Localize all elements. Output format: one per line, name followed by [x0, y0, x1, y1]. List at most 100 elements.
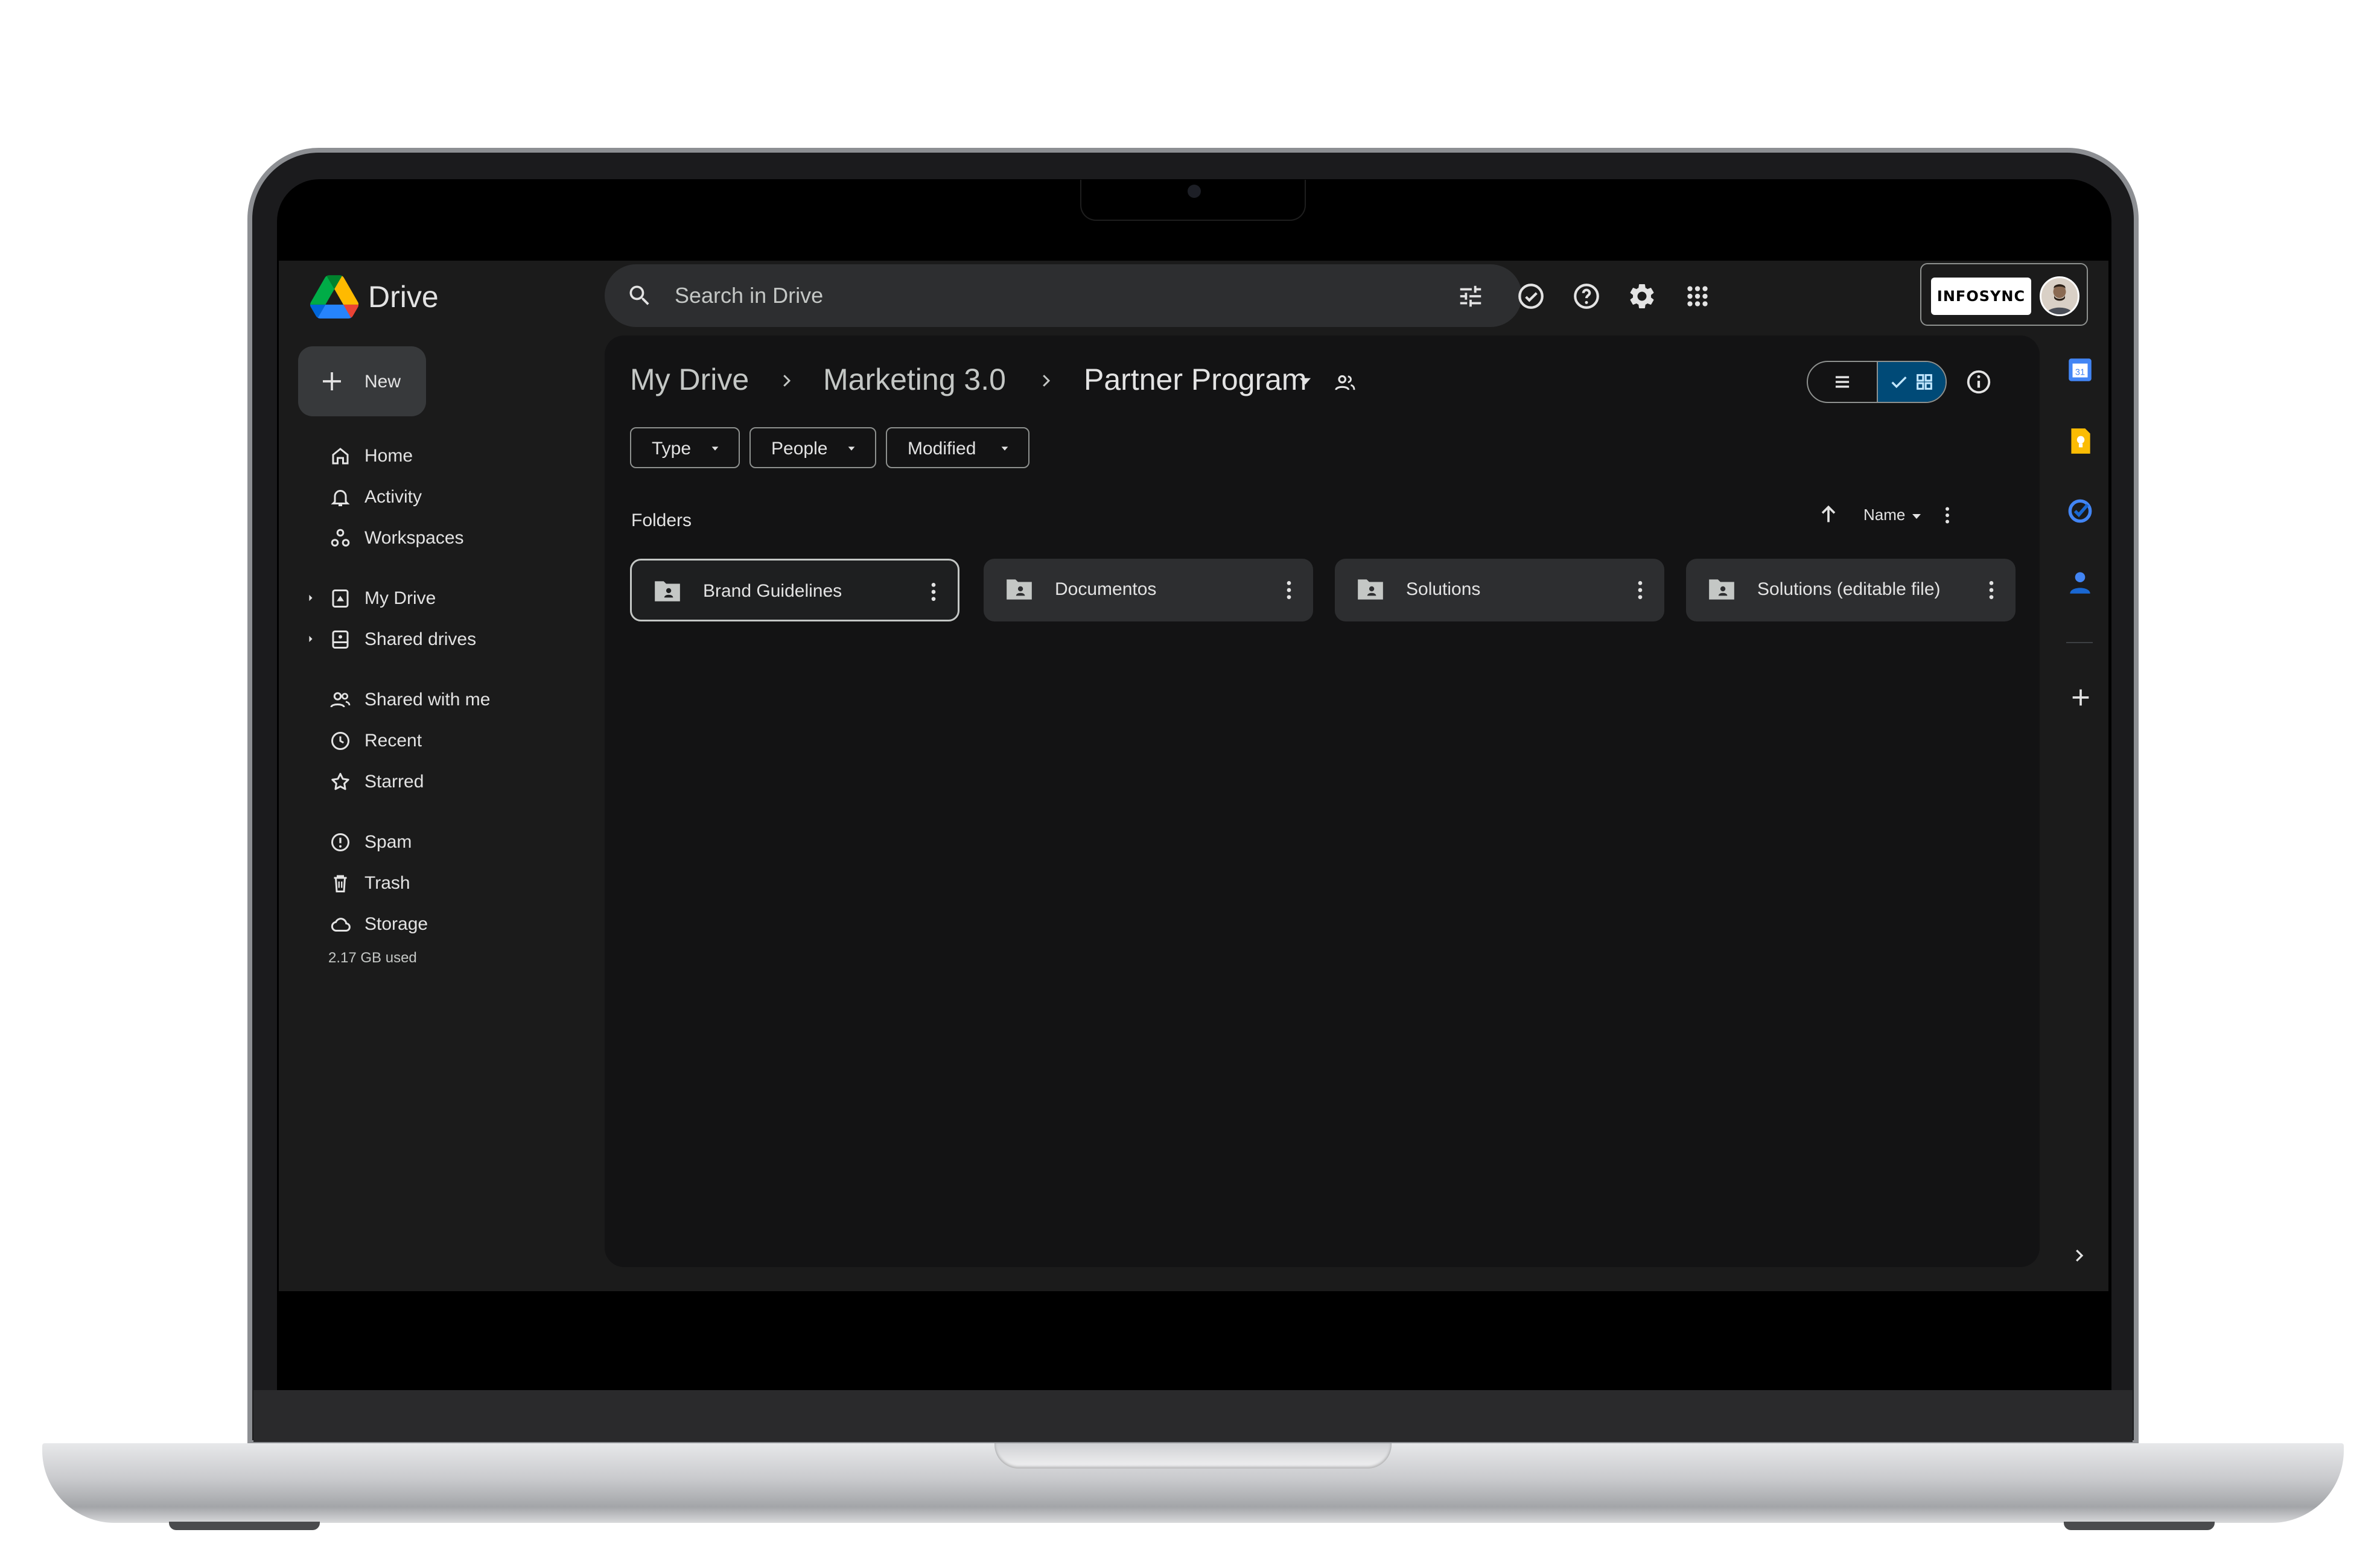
clock-icon — [331, 732, 349, 750]
info-icon[interactable] — [1965, 368, 1993, 396]
storage-usage-text: 2.17 GB used — [328, 950, 417, 966]
chevron-right-icon — [1043, 375, 1051, 387]
home-icon — [332, 448, 349, 465]
chip-label: Modified — [908, 439, 976, 459]
chevron-down-icon — [848, 446, 855, 451]
folders-section-title: Folders — [631, 510, 692, 530]
more-vert-icon[interactable] — [1283, 578, 1295, 602]
grid-icon — [1917, 374, 1932, 390]
people-icon — [330, 692, 351, 708]
breadcrumb-my-drive[interactable]: My Drive — [630, 362, 749, 397]
shared-folder-icon[interactable] — [1334, 372, 1357, 395]
sidebar-item-label: My Drive — [364, 588, 436, 608]
shared-folder-icon — [1709, 579, 1734, 600]
chevron-right-icon[interactable] — [2070, 1247, 2088, 1265]
sidebar-item-label: Shared with me — [364, 690, 491, 710]
folder-card[interactable]: Brand Guidelines — [630, 559, 959, 621]
sidebar-item-my-drive[interactable]: My Drive — [293, 579, 571, 617]
laptop-foot-right — [2064, 1522, 2215, 1530]
avatar[interactable] — [2040, 276, 2079, 316]
breadcrumb-marketing[interactable]: Marketing 3.0 — [823, 362, 1006, 397]
laptop-opening-notch — [994, 1443, 1392, 1469]
gear-icon[interactable] — [1627, 281, 1657, 311]
new-button[interactable]: New — [298, 346, 426, 416]
layout-toggle[interactable] — [1807, 361, 1947, 403]
my-drive-icon — [332, 589, 349, 608]
sidebar-item-workspaces[interactable]: Workspaces — [293, 519, 571, 556]
type-filter-chip[interactable]: Type — [630, 427, 740, 468]
contacts-icon[interactable] — [2065, 567, 2095, 597]
workspaces-icon — [331, 529, 350, 547]
sidebar-item-label: Trash — [364, 873, 410, 893]
shared-folder-icon — [1358, 579, 1383, 600]
star-icon — [331, 773, 349, 790]
side-panel-divider — [2066, 642, 2093, 643]
user-photo-icon — [2041, 278, 2078, 314]
help-icon[interactable] — [1571, 281, 1602, 311]
chevron-down-icon[interactable] — [1911, 513, 1923, 520]
list-layout-button[interactable] — [1808, 362, 1877, 402]
folder-name: Brand Guidelines — [703, 581, 842, 601]
sidebar-item-label: Activity — [364, 487, 422, 507]
apps-grid-icon[interactable] — [1682, 281, 1713, 311]
sidebar-item-trash[interactable]: Trash — [293, 864, 571, 901]
more-vert-icon[interactable] — [1938, 504, 1956, 526]
more-vert-icon[interactable] — [928, 580, 940, 604]
folder-menu-caret-icon[interactable] — [1297, 375, 1313, 387]
check-icon — [1891, 376, 1907, 389]
drive-logo[interactable]: Drive — [310, 275, 439, 319]
sidebar-item-label: Workspaces — [364, 528, 464, 548]
keep-icon[interactable] — [2065, 426, 2095, 456]
sidebar-item-label: Recent — [364, 731, 422, 751]
spam-icon — [331, 833, 349, 851]
sidebar-item-activity[interactable]: Activity — [293, 478, 571, 515]
ready-for-offline-icon[interactable] — [1516, 281, 1546, 311]
sidebar-item-label: Starred — [364, 772, 424, 792]
sort-direction-arrow-icon[interactable] — [1816, 502, 1841, 526]
people-filter-chip[interactable]: People — [749, 427, 876, 468]
calendar-icon[interactable]: 31 — [2065, 355, 2095, 385]
more-vert-icon[interactable] — [1634, 578, 1646, 602]
sidebar-item-label: Home — [364, 446, 413, 466]
laptop-foot-left — [169, 1522, 320, 1530]
sidebar-item-home[interactable]: Home — [293, 437, 571, 474]
sidebar-item-starred[interactable]: Starred — [293, 763, 571, 800]
search-icon[interactable] — [626, 282, 653, 309]
folder-name: Documentos — [1055, 579, 1157, 599]
sidebar-item-label: Storage — [364, 914, 428, 934]
expand-caret-icon[interactable] — [307, 592, 315, 603]
modified-filter-chip[interactable]: Modified — [886, 427, 1029, 468]
list-icon — [1835, 376, 1850, 388]
breadcrumb-current-folder[interactable]: Partner Program — [1084, 362, 1307, 397]
sidebar-item-storage[interactable]: Storage — [293, 905, 571, 942]
more-vert-icon[interactable] — [1985, 578, 1997, 602]
search-input[interactable] — [675, 280, 1399, 311]
sidebar-item-label: Spam — [364, 832, 412, 852]
folder-name: Solutions — [1406, 579, 1481, 599]
sort-by-name-button[interactable]: Name — [1863, 506, 1905, 524]
sidebar-item-recent[interactable]: Recent — [293, 722, 571, 759]
tasks-icon[interactable] — [2065, 496, 2095, 526]
sidebar-item-spam[interactable]: Spam — [293, 823, 571, 860]
drive-app-screen: Drive INFOSYNC — [279, 261, 2108, 1291]
grid-layout-button[interactable] — [1877, 362, 1946, 402]
drive-logo-icon — [310, 275, 358, 319]
expand-caret-icon[interactable] — [307, 634, 315, 644]
folder-card[interactable]: Solutions (editable file) — [1686, 559, 2016, 621]
chip-label: People — [771, 439, 828, 459]
sidebar-item-shared-drives[interactable]: Shared drives — [293, 620, 571, 658]
cloud-icon — [331, 918, 351, 932]
app-name: Drive — [368, 280, 439, 314]
search-bar[interactable] — [605, 264, 1522, 327]
organization-name: INFOSYNC — [1936, 288, 2026, 305]
chevron-right-icon — [783, 375, 791, 387]
search-options-icon[interactable] — [1457, 282, 1484, 310]
sidebar-item-shared-with-me[interactable]: Shared with me — [293, 681, 571, 718]
chip-label: Type — [652, 439, 692, 459]
add-app-icon[interactable] — [2069, 685, 2093, 710]
account-switcher[interactable]: INFOSYNC — [1920, 263, 2088, 326]
svg-text:31: 31 — [2075, 367, 2085, 377]
folder-card[interactable]: Solutions — [1335, 559, 1664, 621]
laptop-chin — [253, 1390, 2133, 1442]
folder-card[interactable]: Documentos — [984, 559, 1313, 621]
